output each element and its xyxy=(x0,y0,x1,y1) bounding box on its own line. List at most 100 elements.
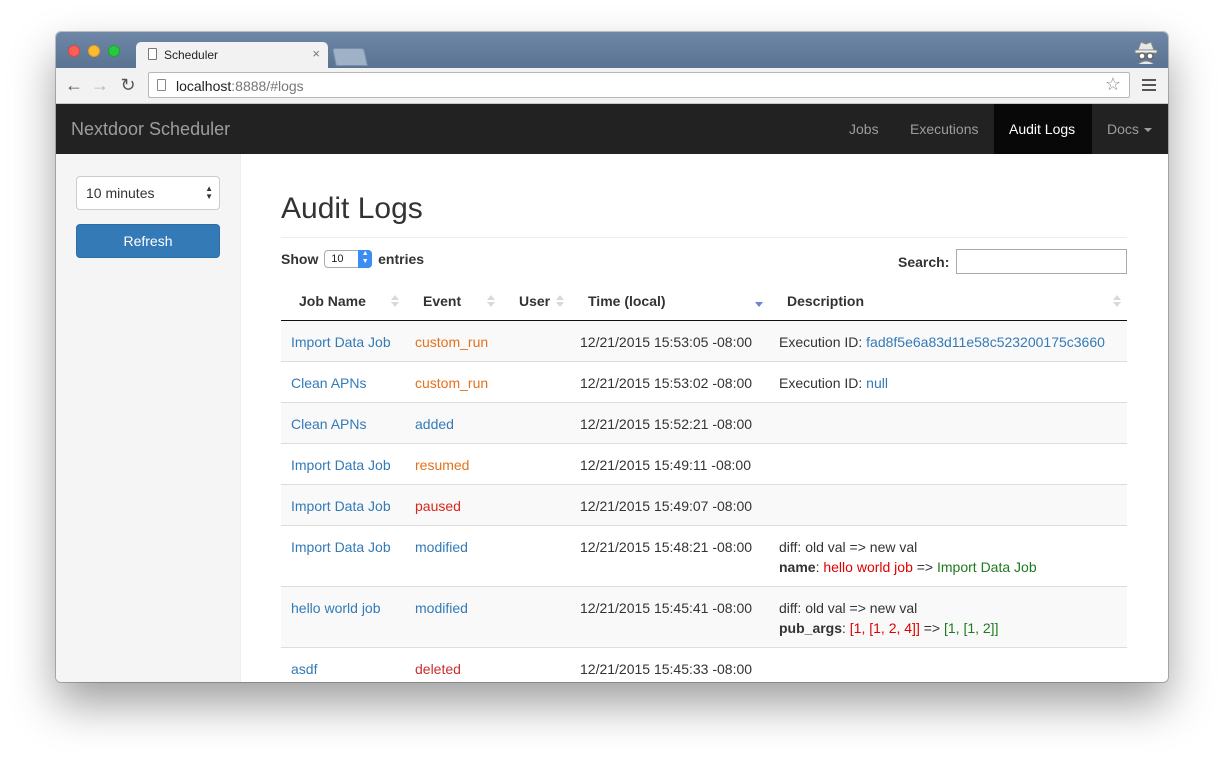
bookmark-star-icon[interactable]: ☆ xyxy=(1105,74,1121,95)
close-window-button[interactable] xyxy=(68,45,80,57)
description-cell: Execution ID: null xyxy=(769,360,1127,402)
time-range-select[interactable]: 10 minutes ▲ ▼ xyxy=(76,176,220,210)
time-value: 12/21/2015 15:49:07 -08:00 xyxy=(580,497,753,514)
event-value: added xyxy=(415,415,454,432)
back-arrow-icon[interactable]: ← xyxy=(64,75,84,95)
time-value: 12/21/2015 15:45:33 -08:00 xyxy=(580,660,753,677)
search-input[interactable] xyxy=(956,249,1127,274)
nav-item-jobs[interactable]: Jobs xyxy=(834,104,894,154)
job-name-link[interactable]: Import Data Job xyxy=(291,498,391,514)
audit-log-rows: Import Data Job custom_run 12/21/2015 15:5… xyxy=(281,320,1127,682)
description-cell xyxy=(769,483,1127,525)
main-content: Audit Logs Show 10 ▲ ▼ entries Search: Jo… xyxy=(241,154,1168,682)
table-row: Import Data Job paused 12/21/2015 15:49:07… xyxy=(281,483,1127,525)
menu-icon[interactable] xyxy=(1142,79,1156,94)
column-header-time[interactable]: Time (local) xyxy=(570,282,769,321)
browser-toolbar: ← → ↻ localhost:8888/#logs ☆ xyxy=(56,68,1168,104)
diff-old-value: [1, [1, 2, 4]] xyxy=(849,619,920,636)
page-icon xyxy=(148,48,157,60)
job-name-link[interactable]: Import Data Job xyxy=(291,539,391,555)
column-header-event[interactable]: Event xyxy=(405,282,501,321)
description-cell: Execution ID: fad8f5e6a83d11e58c52320017… xyxy=(769,320,1127,361)
diff-arrow: => xyxy=(916,558,934,575)
time-value: 12/21/2015 15:52:21 -08:00 xyxy=(580,415,753,432)
event-value: modified xyxy=(415,599,468,616)
description-cell: diff: old val => new val name: hello worl… xyxy=(769,524,1127,586)
execution-id-label: Execution ID: xyxy=(779,374,863,391)
sidebar: 10 minutes ▲ ▼ Refresh xyxy=(56,154,241,682)
description-cell xyxy=(769,442,1127,484)
tab-title: Scheduler xyxy=(164,48,219,62)
reload-icon[interactable]: ↻ xyxy=(118,75,138,95)
table-row: asdf deleted 12/21/2015 15:45:33 -08:00 xyxy=(281,646,1127,682)
time-value: 12/21/2015 15:48:21 -08:00 xyxy=(580,538,753,555)
time-value: 12/21/2015 15:45:41 -08:00 xyxy=(580,599,753,616)
diff-header: diff: old val => new val xyxy=(779,538,918,555)
select-arrows-icon: ▲ ▼ xyxy=(358,250,373,269)
column-header-user[interactable]: User xyxy=(501,282,570,321)
refresh-button[interactable]: Refresh xyxy=(76,224,220,258)
browser-window: Scheduler × ← → ↻ localhost:8888/#logs ☆… xyxy=(56,32,1168,682)
job-name-link[interactable]: hello world job xyxy=(291,600,381,616)
column-header-description[interactable]: Description xyxy=(769,282,1127,321)
description-cell: diff: old val => new val pub_args: [1, [1… xyxy=(769,585,1127,647)
sort-icon xyxy=(487,295,495,307)
event-value: resumed xyxy=(415,456,470,473)
event-value: paused xyxy=(415,497,461,514)
sort-icon xyxy=(1113,295,1121,307)
execution-id-link[interactable]: fad8f5e6a83d11e58c523200175c3660 xyxy=(866,334,1105,350)
time-value: 12/21/2015 15:53:05 -08:00 xyxy=(580,333,753,350)
job-name-link[interactable]: Clean APNs xyxy=(291,416,366,432)
time-value: 12/21/2015 15:49:11 -08:00 xyxy=(580,456,752,473)
browser-tab[interactable]: Scheduler × xyxy=(136,42,328,68)
incognito-icon xyxy=(1134,41,1158,65)
page-length-value: 10 xyxy=(331,253,344,266)
sort-icon xyxy=(391,295,399,307)
time-value: 12/21/2015 15:53:02 -08:00 xyxy=(580,374,753,391)
diff-new-value: [1, [1, 2]] xyxy=(943,619,999,636)
job-name-link[interactable]: Clean APNs xyxy=(291,375,366,391)
minimize-window-button[interactable] xyxy=(88,45,100,57)
page-icon xyxy=(157,79,166,91)
page-length-control: Show 10 ▲ ▼ entries xyxy=(281,250,425,269)
diff-new-value: Import Data Job xyxy=(937,558,1037,575)
table-row: Import Data Job custom_run 12/21/2015 15:5… xyxy=(281,320,1127,361)
event-value: modified xyxy=(415,538,468,555)
execution-id-link[interactable]: null xyxy=(866,375,888,391)
table-header-row: Job Name Event User Time (local) Descrip… xyxy=(281,282,1127,321)
nav-item-executions[interactable]: Executions xyxy=(895,104,993,154)
close-icon[interactable]: × xyxy=(312,46,320,61)
diff-key: name xyxy=(779,558,816,575)
url-text: localhost:8888/#logs xyxy=(176,78,304,94)
app-navbar: Nextdoor Scheduler Jobs Executions Audit… xyxy=(56,104,1168,154)
table-row: Import Data Job resumed 12/21/2015 15:49:1… xyxy=(281,442,1127,484)
sort-icon xyxy=(556,295,564,307)
nav-item-docs[interactable]: Docs xyxy=(1092,104,1167,154)
event-value: custom_run xyxy=(415,333,489,350)
diff-arrow: => xyxy=(923,619,941,636)
table-row: Clean APNs added 12/21/2015 15:52:21 -08:0… xyxy=(281,401,1127,443)
new-tab-button[interactable] xyxy=(332,48,368,66)
zoom-window-button[interactable] xyxy=(108,45,120,57)
column-header-job-name[interactable]: Job Name xyxy=(281,282,405,321)
page-length-select[interactable]: 10 ▲ ▼ xyxy=(324,250,373,269)
brand[interactable]: Nextdoor Scheduler xyxy=(71,119,230,140)
tab-strip: Scheduler × xyxy=(56,32,1168,68)
title-divider xyxy=(281,237,1127,238)
forward-arrow-icon[interactable]: → xyxy=(90,75,110,95)
search-label: Search: xyxy=(898,254,950,270)
description-cell xyxy=(769,401,1127,443)
address-bar[interactable]: localhost:8888/#logs ☆ xyxy=(148,72,1130,98)
job-name-link[interactable]: Import Data Job xyxy=(291,457,391,473)
job-name-link[interactable]: asdf xyxy=(291,661,317,677)
event-value: custom_run xyxy=(415,374,489,391)
time-range-value: 10 minutes xyxy=(86,185,155,201)
execution-id-label: Execution ID: xyxy=(779,333,863,350)
diff-header: diff: old val => new val xyxy=(779,599,918,616)
entries-label: entries xyxy=(378,251,425,267)
nav-item-audit-logs[interactable]: Audit Logs xyxy=(994,104,1092,154)
show-label: Show xyxy=(281,251,319,267)
sort-desc-icon xyxy=(755,295,763,307)
job-name-link[interactable]: Import Data Job xyxy=(291,334,391,350)
audit-log-table: Job Name Event User Time (local) Descrip… xyxy=(281,282,1127,682)
